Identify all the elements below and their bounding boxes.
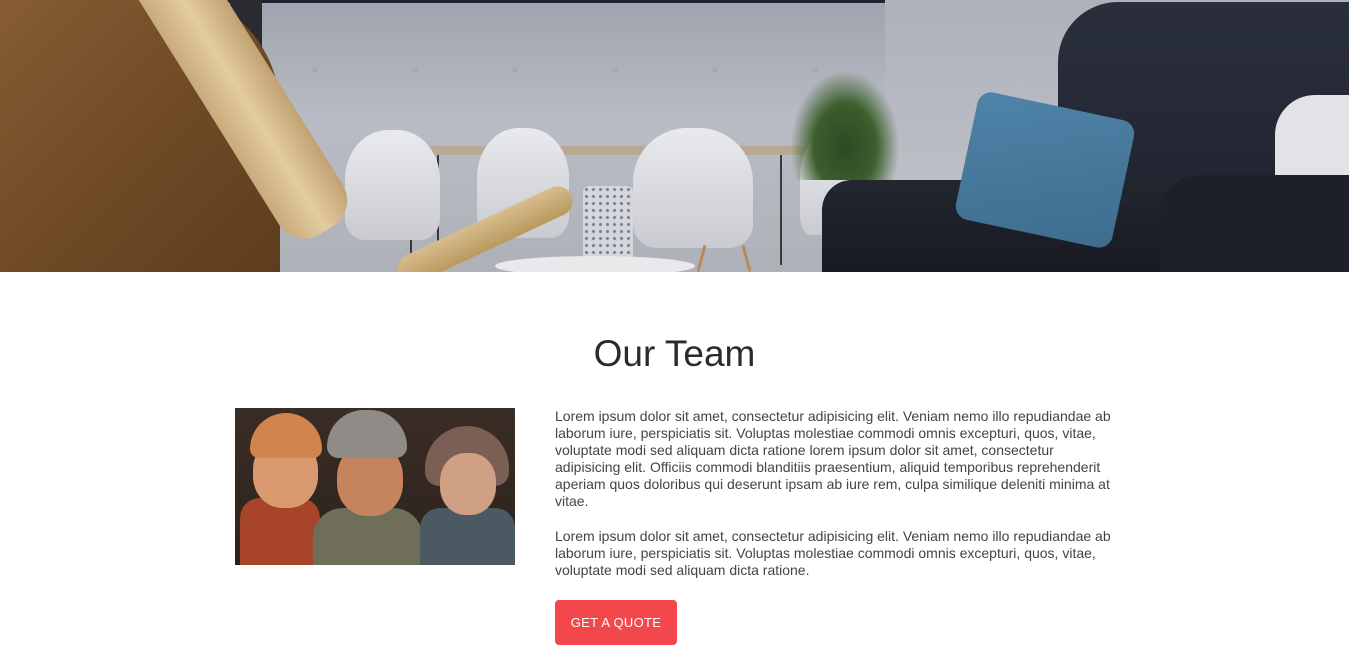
- hero-pillow-white: [1275, 95, 1349, 185]
- hero-chair-leg: [696, 245, 707, 272]
- person-right-face: [440, 453, 496, 515]
- hero-sofa-arm: [1160, 175, 1349, 272]
- hero-chair: [345, 130, 440, 240]
- person-middle-coat: [313, 508, 423, 565]
- person-left-hat: [250, 413, 322, 458]
- hero-image: [0, 0, 1349, 272]
- team-paragraph: Lorem ipsum dolor sit amet, consectetur …: [555, 408, 1111, 509]
- hero-coffee-table: [495, 256, 695, 272]
- team-photo: [235, 408, 515, 565]
- hero-dining-table: [387, 146, 833, 155]
- get-quote-button[interactable]: GET A QUOTE: [555, 600, 677, 645]
- person-right-scarf: [420, 508, 515, 565]
- team-description: Lorem ipsum dolor sit amet, consectetur …: [555, 408, 1115, 579]
- person-left-scarf: [240, 498, 320, 565]
- hero-chair-leg: [741, 245, 752, 272]
- hero-candy-jar: [583, 186, 633, 262]
- hero-plant: [790, 70, 900, 180]
- section-title: Our Team: [593, 333, 756, 374]
- person-middle-hat: [327, 410, 407, 458]
- team-paragraph: Lorem ipsum dolor sit amet, consectetur …: [555, 528, 1111, 578]
- hero-table-leg: [780, 155, 782, 265]
- hero-chair: [633, 128, 753, 248]
